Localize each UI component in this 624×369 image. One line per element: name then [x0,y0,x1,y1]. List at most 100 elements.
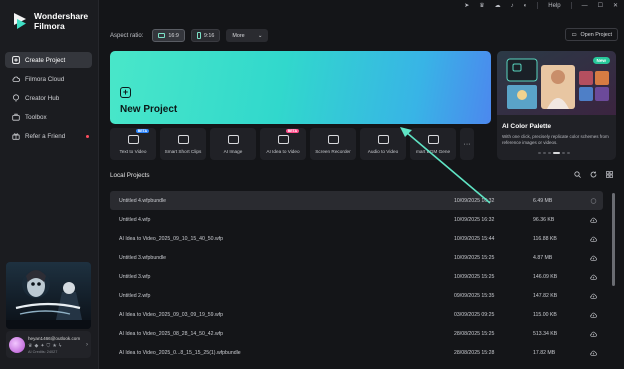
aspect-ratio-label: Aspect ratio: [110,32,144,39]
open-project-button[interactable]: ▭ Open Project [565,28,618,41]
carousel-dot[interactable] [562,152,565,154]
tool-text-to-video[interactable]: BETA Text to Video [110,128,156,160]
sidebar-item-creator-hub[interactable]: Creator Hub [5,90,92,106]
cloud-icon [12,76,20,82]
table-row[interactable]: Untitled 4.wfpbundle 10/09/2025 16:32 6.49… [110,191,603,210]
diamond-icon[interactable]: ◆ [34,343,38,349]
table-row[interactable]: Untitled 3.wfp 10/09/2025 15:25 146.09 KB [110,267,603,286]
grid-view-icon[interactable] [606,171,613,178]
scrollbar[interactable] [612,193,615,286]
audio-to-video-icon [377,134,389,144]
aspect-16-9-button[interactable]: 16:9 [152,29,185,42]
table-row[interactable]: AI Idea to Video_2025_09_10_15_40_50.wfp… [110,229,603,248]
cloud-upload-icon[interactable] [583,236,603,242]
bell-icon[interactable]: ♪ [511,3,514,9]
project-date: 10/09/2025 15:25 [454,273,495,280]
sidebar-item-label: Toolbox [25,113,47,121]
tools-more-button[interactable]: ··· [460,128,474,160]
table-row[interactable]: Untitled 2.wfp 09/09/2025 15:35 147.82 KB [110,286,603,305]
carousel-dot[interactable] [567,152,570,154]
chevron-right-icon[interactable]: › [86,342,88,348]
table-row[interactable]: AI Idea to Video_2025_08_28_14_50_42.wfp… [110,324,603,343]
search-icon[interactable] [574,171,581,178]
project-name: AI Idea to Video_2025_09_10_15_40_50.wfp [119,235,224,242]
carousel-dot[interactable] [543,152,546,154]
close-icon[interactable]: ✕ [613,2,618,9]
tool-label: Text to Video [119,148,147,154]
sidebar-item-label: Filmora Cloud [25,75,65,83]
send-icon[interactable]: ➤ [464,2,469,9]
aspect-9-16-button[interactable]: 9:16 [190,29,221,42]
help-menu[interactable]: Help [548,3,560,9]
chevron-down-icon: ⌄ [257,32,263,39]
tool-smart-short-clips[interactable]: Smart Short Clips [160,128,206,160]
local-projects-header: Local Projects [110,172,150,179]
tool-label: AI Image [223,148,243,154]
minimize-icon[interactable]: — [582,3,588,9]
cloud-upload-icon[interactable] [583,350,603,356]
project-date: 28/08/2025 15:25 [454,330,495,337]
table-row[interactable]: AI Idea to Video_2025_0...8_15_15_25(1).… [110,343,603,362]
beta-badge: BETA [135,129,149,133]
sidebar-item-refer-a-friend[interactable]: Refer a Friend [5,128,92,144]
aspect-9-16-label: 9:16 [203,32,215,39]
carousel-dot[interactable] [538,152,541,154]
avatar[interactable] [9,336,25,353]
sidebar-item-filmora-cloud[interactable]: Filmora Cloud [5,71,92,87]
more-label: More [232,32,245,39]
titlebar-divider [537,2,539,9]
account-icons: ♛ ◆ ✦ ⛉ ★ ϟ [28,343,83,349]
cloud-upload-icon[interactable] [583,255,603,261]
carousel-dots [538,152,570,154]
table-row[interactable]: AI Idea to Video_2025_09_03_09_19_59.wfp… [110,305,603,324]
headset-icon[interactable]: ◐ [524,3,528,9]
cloud-upload-icon[interactable]: ☁ [495,2,501,9]
bolt-icon[interactable]: ϟ [59,343,62,349]
crown-icon[interactable]: ♛ [479,2,484,9]
carousel-dot[interactable] [548,152,551,154]
shield-icon[interactable]: ⛉ [47,343,51,349]
tool-ai-image[interactable]: AI Image [210,128,256,160]
portrait-icon [196,32,201,39]
account-email: heyan1466@outlook.com [28,335,81,341]
sidebar-item-create-project[interactable]: Create Project [5,52,92,68]
filmora-logo-icon [14,13,26,29]
carousel-dot-active[interactable] [553,152,560,154]
table-row[interactable]: Untitled 4.wfp 10/09/2025 16:32 96.36 KB [110,210,603,229]
project-size: 147.82 KB [533,292,558,299]
project-date: 09/09/2025 15:35 [454,292,495,299]
cloud-upload-icon[interactable] [583,331,603,337]
refresh-icon[interactable] [590,171,597,178]
account-info: heyan1466@outlook.com ♛ ◆ ✦ ⛉ ★ ϟ AI Cre… [28,336,83,354]
cloud-upload-icon[interactable] [583,274,603,280]
maximize-icon[interactable]: ☐ [598,2,603,9]
account-panel[interactable]: heyan1466@outlook.com ♛ ◆ ✦ ⛉ ★ ϟ AI Cre… [6,331,91,358]
sync-status-icon[interactable] [583,197,603,204]
spark-icon[interactable]: ✦ [40,343,44,349]
tool-screen-recorder[interactable]: Screen Recorder [310,128,356,160]
tool-ai-idea-to-video[interactable]: BETA AI Idea to Video [260,128,306,160]
aspect-more-dropdown[interactable]: More ⌄ [226,29,269,42]
table-row[interactable]: Untitled 3.wfpbundle 10/09/2025 15:25 4.87… [110,248,603,267]
tool-smart-bgm-generation[interactable]: mart BGM Gene [410,128,456,160]
sidebar-item-toolbox[interactable]: Toolbox [5,109,92,125]
cloud-upload-icon[interactable] [583,293,603,299]
promo-banner[interactable] [6,262,91,329]
feature-description: With one click, precisely replicate colo… [502,134,609,145]
tool-audio-to-video[interactable]: Audio to Video [360,128,406,160]
ai-credits: AI Credits: 24027 [28,349,58,354]
cloud-upload-icon[interactable] [583,217,603,223]
cloud-upload-icon[interactable] [583,312,603,318]
sidebar-item-label: Refer a Friend [25,132,66,140]
feature-card[interactable]: New AI Color Palette With one click, pre… [497,51,616,160]
brand-name-line2: Filmora [34,21,65,31]
project-size: 513.34 KB [533,330,558,337]
tool-label: mart BGM Gene [415,148,451,154]
local-projects-table: Untitled 4.wfpbundle 10/09/2025 16:32 6.49… [110,191,603,362]
star-icon[interactable]: ★ [52,343,56,349]
crown-icon[interactable]: ♛ [28,343,32,349]
new-project-card[interactable]: + New Project [110,51,491,124]
sidebar: Wondershare Filmora Create Project Filmo… [0,0,99,369]
idea-to-video-icon [277,134,289,144]
tool-label: Audio to Video [367,148,399,154]
